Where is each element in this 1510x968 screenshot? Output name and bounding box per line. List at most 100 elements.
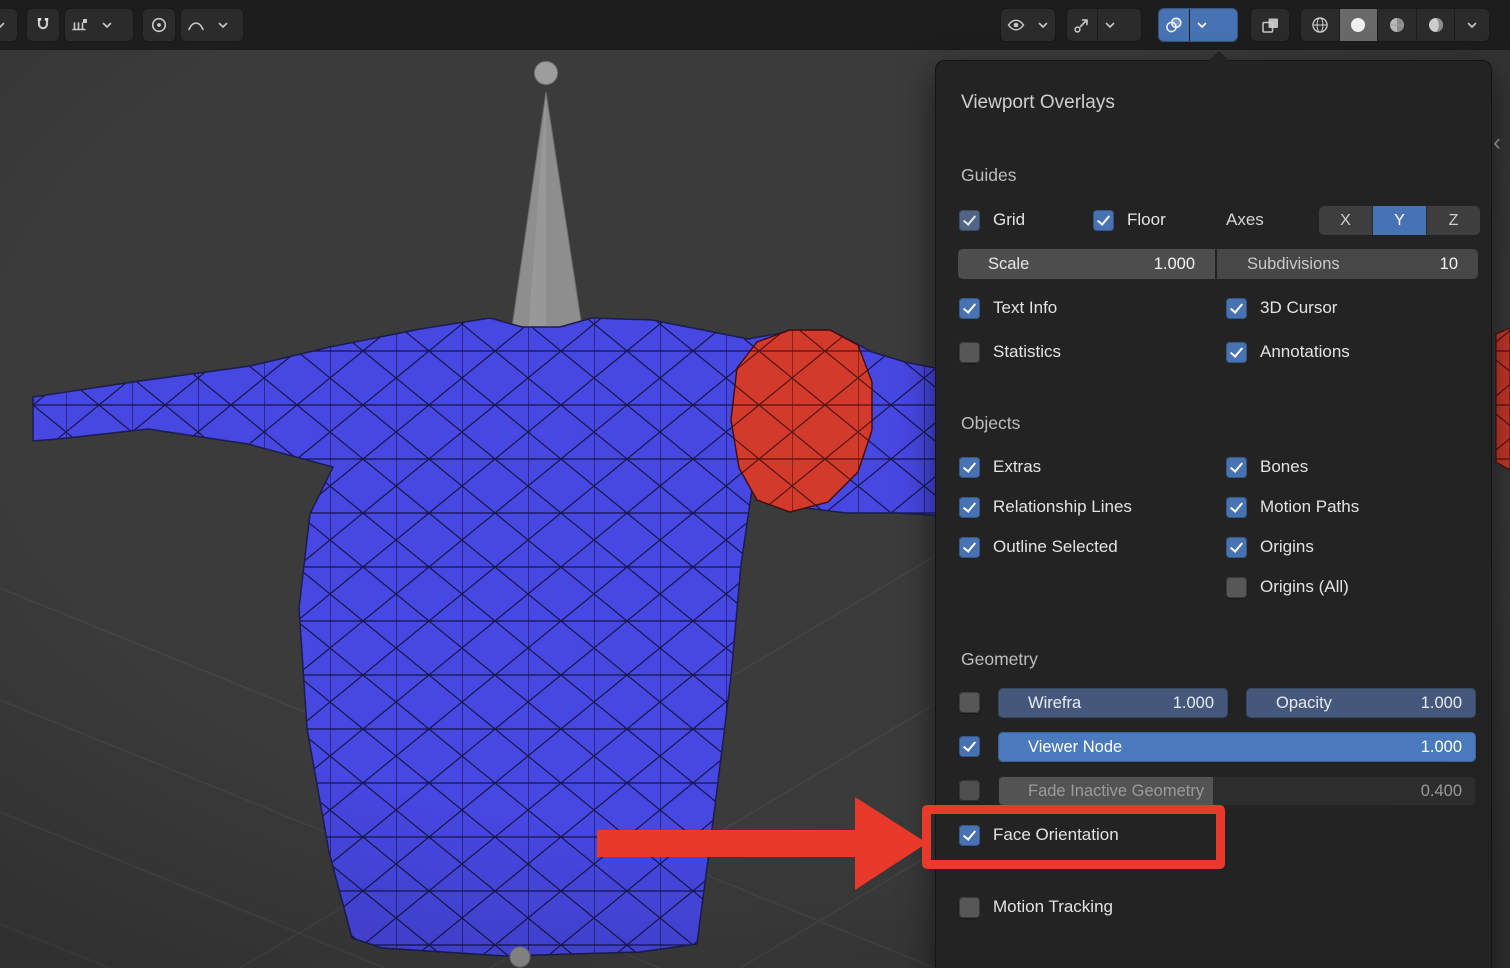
axis-z-button[interactable]: Z — [1427, 206, 1480, 235]
viewer-node-slider[interactable]: Viewer Node 1.000 — [998, 732, 1476, 762]
outline-selected-checkbox[interactable] — [959, 537, 980, 558]
axes-button-group: X Y Z — [1319, 206, 1480, 235]
floor-checkbox[interactable] — [1093, 210, 1114, 231]
sphere-rendered-icon — [1426, 15, 1446, 35]
annotations-checkbox[interactable] — [1226, 342, 1247, 363]
floor-checkbox-row[interactable]: Floor — [1093, 205, 1166, 235]
annotation-highlight-box — [922, 805, 1225, 869]
overlapping-circles-icon — [1165, 16, 1183, 34]
scale-label: Scale — [988, 255, 1029, 274]
toggle-xray-button[interactable] — [1250, 8, 1290, 42]
chevron-down-icon — [1037, 19, 1049, 31]
relationship-lines-label: Relationship Lines — [993, 497, 1132, 517]
motion-paths-label: Motion Paths — [1260, 497, 1359, 517]
annotation-arrow — [597, 797, 929, 891]
extras-checkbox-row[interactable]: Extras — [959, 452, 1041, 482]
axis-y-button[interactable]: Y — [1373, 206, 1427, 235]
cursor-3d-label: 3D Cursor — [1260, 298, 1337, 318]
text-info-checkbox[interactable] — [959, 298, 980, 319]
origins-label: Origins — [1260, 537, 1314, 557]
snap-mode-dropdown[interactable] — [64, 8, 134, 42]
motion-paths-checkbox[interactable] — [1226, 497, 1247, 518]
show-overlays-dropdown[interactable] — [1158, 8, 1238, 42]
origins-all-checkbox-row[interactable]: Origins (All) — [1226, 572, 1349, 602]
axes-label: Axes — [1226, 205, 1264, 235]
statistics-checkbox[interactable] — [959, 342, 980, 363]
chevron-down-icon — [1104, 19, 1116, 31]
shading-material-button[interactable] — [1378, 9, 1417, 41]
shading-wireframe-button[interactable] — [1301, 9, 1340, 41]
proportional-editing-button[interactable] — [142, 8, 176, 42]
chevron-down-icon — [101, 19, 113, 31]
floor-label: Floor — [1127, 210, 1166, 230]
opacity-label: Opacity — [1276, 694, 1413, 713]
extras-checkbox[interactable] — [959, 457, 980, 478]
wireframe-checkbox[interactable] — [959, 692, 980, 713]
subdivisions-label: Subdivisions — [1247, 255, 1340, 274]
motion-paths-checkbox-row[interactable]: Motion Paths — [1226, 492, 1359, 522]
smooth-curve-icon — [187, 16, 205, 34]
circle-dot-icon — [150, 16, 168, 34]
origins-all-checkbox[interactable] — [1226, 577, 1247, 598]
outline-selected-checkbox-row[interactable]: Outline Selected — [959, 532, 1118, 562]
bones-checkbox[interactable] — [1226, 457, 1247, 478]
annotations-checkbox-row[interactable]: Annotations — [1226, 337, 1350, 367]
grid-subdivisions-field[interactable]: Subdivisions 10 — [1217, 249, 1478, 279]
sphere-wireframe-icon — [1310, 15, 1330, 35]
blender-window: ‹ — [0, 0, 1510, 968]
fade-inactive-slider[interactable]: Fade Inactive Geometry 0.400 — [998, 776, 1476, 806]
origins-checkbox-row[interactable]: Origins — [1226, 532, 1314, 562]
magnet-icon — [34, 16, 52, 34]
grid-label: Grid — [993, 210, 1025, 230]
viewport-header — [0, 0, 1510, 50]
viewer-node-label: Viewer Node — [1028, 738, 1413, 757]
outline-selected-label: Outline Selected — [993, 537, 1118, 557]
scale-value: 1.000 — [1154, 255, 1195, 274]
shading-solid-button[interactable] — [1340, 9, 1379, 41]
chevron-down-icon — [217, 19, 229, 31]
motion-tracking-checkbox[interactable] — [959, 897, 980, 918]
shading-rendered-button[interactable] — [1417, 9, 1456, 41]
show-gizmos-dropdown[interactable] — [1066, 8, 1142, 42]
annotations-label: Annotations — [1260, 342, 1350, 362]
relationship-lines-checkbox-row[interactable]: Relationship Lines — [959, 492, 1132, 522]
opacity-slider[interactable]: Opacity 1.000 — [1246, 688, 1476, 718]
cursor-3d-checkbox-row[interactable]: 3D Cursor — [1226, 293, 1337, 323]
wireframe-slider[interactable]: Wirefra 1.000 — [998, 688, 1228, 718]
section-objects: Objects — [961, 411, 1020, 435]
bones-checkbox-row[interactable]: Bones — [1226, 452, 1308, 482]
grid-scale-field[interactable]: Scale 1.000 — [958, 249, 1215, 279]
statistics-label: Statistics — [993, 342, 1061, 362]
text-info-checkbox-row[interactable]: Text Info — [959, 293, 1057, 323]
bone-head-sphere — [535, 62, 558, 85]
viewer-node-checkbox[interactable] — [959, 736, 980, 757]
fade-inactive-checkbox[interactable] — [959, 780, 980, 801]
statistics-checkbox-row[interactable]: Statistics — [959, 337, 1061, 367]
shading-options-dropdown[interactable] — [1455, 9, 1489, 41]
bones-label: Bones — [1260, 457, 1308, 477]
axis-x-button[interactable]: X — [1319, 206, 1373, 235]
motion-tracking-label: Motion Tracking — [993, 897, 1113, 917]
subdivisions-value: 10 — [1440, 255, 1458, 274]
snap-toggle-button[interactable] — [26, 8, 60, 42]
bone-tail-sphere — [510, 947, 530, 967]
snap-increments-icon — [71, 16, 89, 34]
sphere-material-icon — [1387, 15, 1407, 35]
chevron-down-icon — [1466, 19, 1478, 31]
proportional-falloff-dropdown[interactable] — [180, 8, 244, 42]
motion-tracking-checkbox-row[interactable]: Motion Tracking — [959, 892, 1113, 922]
origins-checkbox[interactable] — [1226, 537, 1247, 558]
text-info-label: Text Info — [993, 298, 1057, 318]
shading-mode-group — [1300, 8, 1490, 42]
show-visibility-dropdown[interactable] — [1000, 8, 1056, 42]
section-guides: Guides — [961, 163, 1016, 187]
viewer-node-value: 1.000 — [1421, 738, 1462, 757]
tool-edge-button[interactable] — [0, 8, 18, 42]
extras-label: Extras — [993, 457, 1041, 477]
cursor-3d-checkbox[interactable] — [1226, 298, 1247, 319]
sidebar-toggle[interactable]: ‹ — [1493, 131, 1501, 155]
grid-checkbox[interactable] — [959, 210, 980, 231]
relationship-lines-checkbox[interactable] — [959, 497, 980, 518]
origins-all-label: Origins (All) — [1260, 577, 1349, 597]
grid-checkbox-row[interactable]: Grid — [959, 205, 1025, 235]
